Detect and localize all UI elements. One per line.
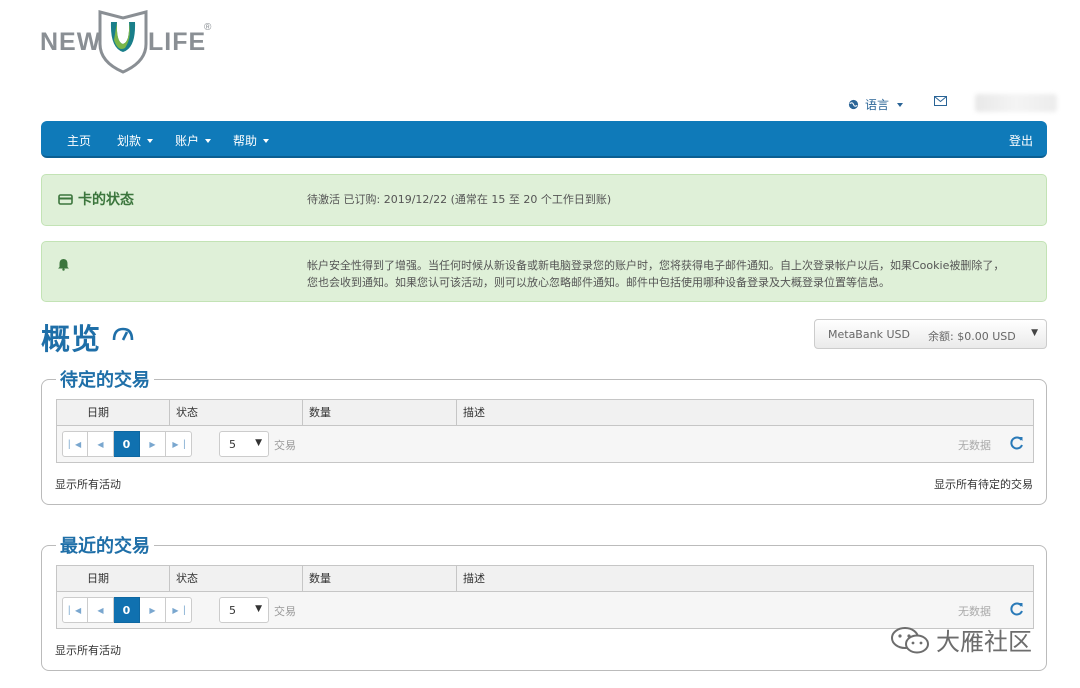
nav-help[interactable]: 帮助 <box>233 132 270 149</box>
newulife-logo: NEW LIFE ® <box>40 8 215 76</box>
grid-header: 日期 状态 数量 描述 <box>57 400 1033 426</box>
grid-pager: ▏◀ ◀ 0 ▶ ▶▕ 5 ▼ 交易 无数据 <box>57 426 1033 462</box>
next-page-button[interactable]: ▶ <box>140 597 166 623</box>
language-label: 语言 <box>865 98 890 112</box>
recent-transactions-title: 最近的交易 <box>56 532 154 558</box>
recent-transactions-grid: 日期 状态 数量 描述 ▏◀ ◀ 0 ▶ ▶▕ 5 ▼ 交易 无数据 <box>56 565 1034 629</box>
page-size-select[interactable]: 5 ▼ <box>219 431 269 457</box>
messages-button[interactable] <box>934 96 947 106</box>
chevron-down-icon <box>897 102 904 107</box>
pending-transactions-panel: 待定的交易 日期 状态 数量 描述 ▏◀ ◀ 0 ▶ ▶▕ 5 ▼ 交易 无数据 <box>41 366 1047 505</box>
account-selector[interactable]: MetaBank USD 余额: $0.00 USD ▼ <box>814 319 1047 349</box>
credit-card-icon <box>58 193 73 205</box>
security-notice-line2: 您也会收到通知。如果您认可该活动，则可以放心忽略邮件通知。邮件中包括使用哪种设备… <box>307 276 890 289</box>
prev-page-button[interactable]: ◀ <box>88 431 114 457</box>
watermark: 大雁社区 <box>890 622 1032 657</box>
refresh-icon[interactable] <box>1009 601 1025 617</box>
logo-text-life: LIFE <box>148 28 207 56</box>
card-status-title: 卡的状态 <box>58 189 134 209</box>
pagination: ▏◀ ◀ 0 ▶ ▶▕ <box>62 597 192 623</box>
column-amount[interactable]: 数量 <box>303 566 457 591</box>
card-status-text: 待激活 已订购: 2019/12/22 (通常在 15 至 20 个工作日到账) <box>307 193 612 206</box>
nav-transfer[interactable]: 划款 <box>117 132 154 149</box>
security-notice-alert: 帐户安全性得到了增强。当任何时候从新设备或新电脑登录您的账户时，您将获得电子邮件… <box>41 241 1047 302</box>
last-page-button[interactable]: ▶▕ <box>166 431 192 457</box>
chevron-down-icon: ▼ <box>255 438 262 448</box>
nav-account-label: 账户 <box>175 134 200 148</box>
card-status-alert: 卡的状态 待激活 已订购: 2019/12/22 (通常在 15 至 20 个工… <box>41 174 1047 226</box>
account-balance: 余额: $0.00 USD <box>928 330 1016 343</box>
chevron-down-icon <box>263 138 270 143</box>
pending-transactions-grid: 日期 状态 数量 描述 ▏◀ ◀ 0 ▶ ▶▕ 5 ▼ 交易 无数据 <box>56 399 1034 463</box>
column-date[interactable]: 日期 <box>57 400 170 425</box>
wechat-icon <box>891 626 929 653</box>
first-page-button[interactable]: ▏◀ <box>62 431 88 457</box>
grid-header: 日期 状态 数量 描述 <box>57 566 1033 592</box>
pagination: ▏◀ ◀ 0 ▶ ▶▕ <box>62 431 192 457</box>
prev-page-button[interactable]: ◀ <box>88 597 114 623</box>
column-amount[interactable]: 数量 <box>303 400 457 425</box>
chevron-down-icon: ▼ <box>255 604 262 614</box>
current-page-button[interactable]: 0 <box>114 597 140 623</box>
current-page-button[interactable]: 0 <box>114 431 140 457</box>
nav-home[interactable]: 主页 <box>67 132 91 149</box>
show-all-activity-link[interactable]: 显示所有活动 <box>55 476 121 492</box>
registered-mark: ® <box>204 22 212 33</box>
page-title: 概览 <box>41 322 102 356</box>
column-date[interactable]: 日期 <box>57 566 170 591</box>
page-size-label: 交易 <box>274 605 296 618</box>
watermark-text: 大雁社区 <box>936 628 1032 656</box>
logout-label: 登出 <box>1008 134 1033 148</box>
next-page-button[interactable]: ▶ <box>140 431 166 457</box>
card-status-title-text: 卡的状态 <box>78 192 134 208</box>
language-menu[interactable]: 语言 <box>848 96 904 113</box>
dashboard-gauge-icon <box>112 327 134 341</box>
bell-icon <box>58 259 69 271</box>
last-page-button[interactable]: ▶▕ <box>166 597 192 623</box>
logout-link[interactable]: 登出 <box>1009 132 1033 149</box>
column-status[interactable]: 状态 <box>170 400 303 425</box>
column-description[interactable]: 描述 <box>457 400 1033 425</box>
first-page-button[interactable]: ▏◀ <box>62 597 88 623</box>
logo-text-new: NEW <box>40 28 102 56</box>
main-navbar: 主页 划款 账户 帮助 登出 <box>41 121 1047 158</box>
chevron-down-icon <box>147 138 154 143</box>
refresh-icon[interactable] <box>1009 435 1025 451</box>
account-name: MetaBank USD <box>828 328 910 341</box>
pending-transactions-title: 待定的交易 <box>56 366 154 392</box>
nav-help-label: 帮助 <box>233 134 258 148</box>
no-data-text: 无数据 <box>958 439 991 452</box>
security-notice-line1: 帐户安全性得到了增强。当任何时候从新设备或新电脑登录您的账户时，您将获得电子邮件… <box>307 259 1005 272</box>
column-description[interactable]: 描述 <box>457 566 1033 591</box>
chevron-down-icon: ▼ <box>1031 328 1038 338</box>
username-redacted[interactable] <box>975 94 1057 112</box>
no-data-text: 无数据 <box>958 605 991 618</box>
page-size-value: 5 <box>229 604 236 617</box>
globe-icon <box>848 99 859 110</box>
envelope-icon <box>934 96 947 106</box>
security-notice-text: 帐户安全性得到了增强。当任何时候从新设备或新电脑登录您的账户时，您将获得电子邮件… <box>307 257 1037 291</box>
page-size-value: 5 <box>229 438 236 451</box>
nav-account[interactable]: 账户 <box>175 132 212 149</box>
show-all-pending-link[interactable]: 显示所有待定的交易 <box>934 476 1033 492</box>
nav-home-label: 主页 <box>67 134 92 148</box>
grid-pager: ▏◀ ◀ 0 ▶ ▶▕ 5 ▼ 交易 无数据 <box>57 592 1033 628</box>
nav-transfer-label: 划款 <box>117 134 142 148</box>
page-size-select[interactable]: 5 ▼ <box>219 597 269 623</box>
page-size-label: 交易 <box>274 439 296 452</box>
chevron-down-icon <box>205 138 212 143</box>
logo-shield-icon <box>98 10 148 74</box>
column-status[interactable]: 状态 <box>170 566 303 591</box>
show-all-activity-link[interactable]: 显示所有活动 <box>55 642 121 658</box>
